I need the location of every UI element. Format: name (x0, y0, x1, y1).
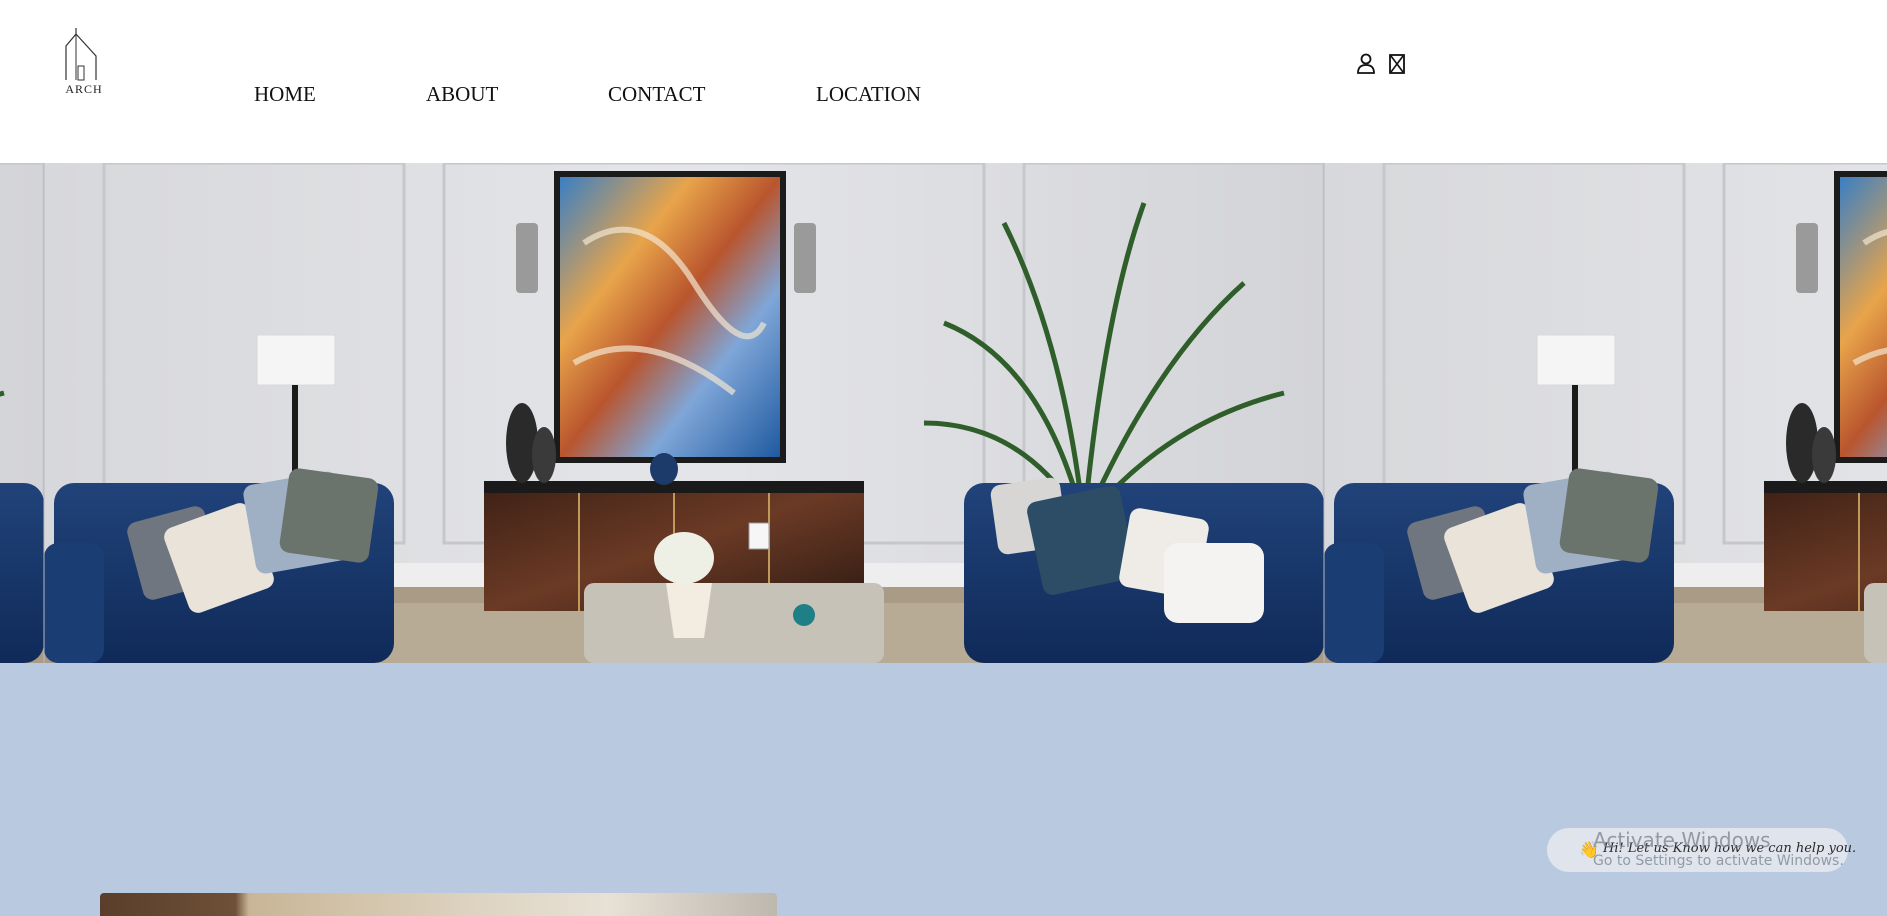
nav-contact[interactable]: CONTACT (608, 82, 705, 107)
living-room-illustration (0, 163, 1887, 663)
cart-button[interactable] (1388, 53, 1406, 75)
cart-icon (1389, 54, 1405, 74)
section-preview-image (100, 893, 777, 916)
user-icon (1357, 53, 1375, 74)
content-section (0, 663, 1887, 916)
chat-widget-button[interactable]: 👋 Hi! Let us Know how we can help you. (1547, 828, 1856, 872)
account-button[interactable] (1356, 53, 1376, 75)
house-logo-icon (65, 28, 97, 81)
nav-about[interactable]: ABOUT (426, 82, 498, 107)
logo-text: ARCH (65, 82, 103, 96)
waving-hand-icon: 👋 (1579, 842, 1599, 859)
chat-prompt-text: Hi! Let us Know how we can help you. (1603, 841, 1857, 856)
arch-logo[interactable]: ARCH (60, 26, 108, 100)
nav-home[interactable]: HOME (254, 82, 316, 107)
site-header: ARCH HOME ABOUT CONTACT LOCATION (0, 0, 1887, 163)
nav-location[interactable]: LOCATION (816, 82, 921, 107)
hero-image (0, 163, 1887, 663)
